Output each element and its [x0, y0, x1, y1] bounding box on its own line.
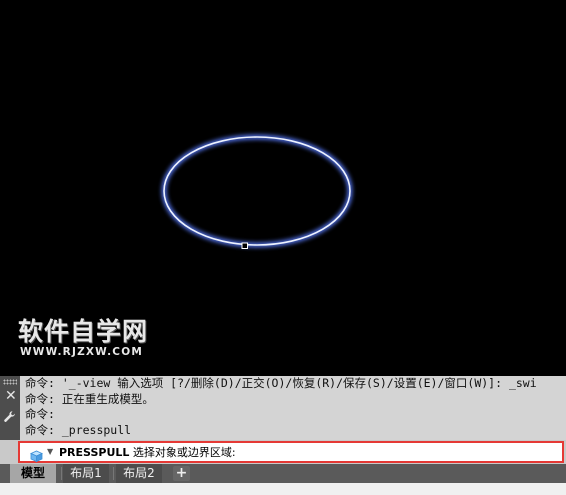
watermark-url: WWW.RJZXW.COM	[20, 346, 143, 358]
prompt-text: 选择对象或边界区域:	[132, 446, 236, 459]
tab-separator	[113, 467, 114, 480]
add-layout-tab-button[interactable]: +	[173, 466, 190, 481]
chevron-down-icon[interactable]: ▼	[47, 447, 53, 456]
drawing-viewport[interactable]: 软件自学网 WWW.RJZXW.COM	[0, 0, 566, 376]
tab-layout2[interactable]: 布局2	[116, 464, 162, 483]
quadrant-grip[interactable]	[241, 242, 248, 249]
command-history: 命令: '_-view 输入选项 [?/删除(D)/正交(O)/恢复(R)/保存…	[20, 376, 566, 440]
history-line: 命令: 正在重生成模型。	[25, 391, 154, 406]
history-line: 命令: '_-view 输入选项 [?/删除(D)/正交(O)/恢复(R)/保存…	[25, 376, 537, 390]
watermark: 软件自学网 WWW.RJZXW.COM	[18, 317, 149, 359]
status-strip	[0, 483, 566, 495]
ellipse-object[interactable]	[161, 134, 353, 248]
tab-layout1[interactable]: 布局1	[63, 464, 109, 483]
grip-icon[interactable]	[3, 379, 17, 385]
tab-separator	[61, 467, 62, 480]
history-line: 命令:	[25, 407, 55, 421]
command-prompt[interactable]: PRESSPULL 选择对象或边界区域:	[59, 446, 236, 460]
command-name: PRESSPULL	[59, 446, 130, 459]
history-line: 命令: _presspull	[25, 422, 132, 437]
tab-model[interactable]: 模型	[10, 464, 56, 483]
close-icon[interactable]: ✕	[5, 389, 17, 403]
layout-tab-bar: 模型 布局1 布局2 +	[0, 464, 566, 495]
command-panel-handle[interactable]: ✕	[0, 376, 20, 440]
command-input-line[interactable]: ▼ PRESSPULL 选择对象或边界区域:	[18, 441, 564, 463]
wrench-icon[interactable]	[3, 409, 17, 428]
watermark-title: 软件自学网	[18, 317, 149, 346]
